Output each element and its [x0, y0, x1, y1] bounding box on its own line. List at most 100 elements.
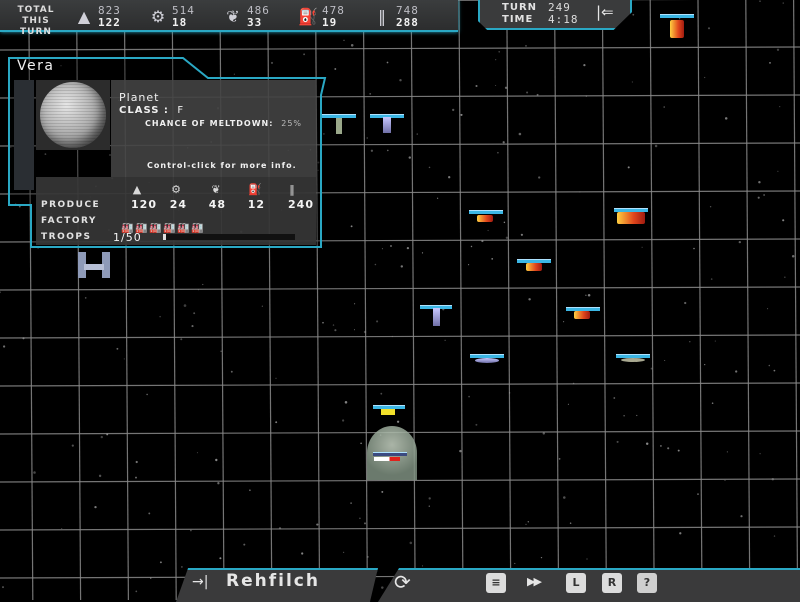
- unit-ship-enemy[interactable]: [469, 208, 503, 230]
- star: [693, 247, 695, 250]
- star: [421, 565, 424, 567]
- star: [366, 555, 369, 558]
- star: [572, 382, 575, 385]
- star: [503, 221, 506, 224]
- star: [400, 265, 404, 268]
- back-arrow-icon[interactable]: |⇐: [596, 3, 614, 21]
- star: [341, 419, 345, 422]
- help-icon[interactable]: ?: [637, 573, 657, 593]
- star: [667, 447, 670, 450]
- star: [505, 236, 509, 239]
- grid-line: [0, 46, 800, 51]
- star: [390, 245, 392, 247]
- star: [374, 263, 377, 266]
- star: [689, 340, 691, 343]
- end-turn-icon[interactable]: →|: [192, 574, 208, 590]
- fuel-pump-icon: ⛽: [298, 7, 318, 26]
- star: [679, 532, 682, 535]
- star: [508, 392, 511, 394]
- star: [416, 133, 418, 135]
- star: [460, 113, 463, 116]
- star: [616, 440, 619, 443]
- unit-ship-allied[interactable]: [370, 110, 406, 136]
- star: [2, 345, 6, 348]
- turn-time-box: TURN 249 TIME 4:18 |⇐: [478, 0, 632, 30]
- unit-ship-enemy[interactable]: [660, 8, 694, 42]
- star: [520, 233, 524, 236]
- grid-line: [792, 0, 799, 600]
- star: [724, 479, 726, 482]
- class-value: F: [177, 105, 185, 116]
- star: [759, 0, 761, 2]
- star: [386, 61, 389, 64]
- research-icon[interactable]: R: [602, 573, 622, 593]
- damaged-factory-icon: 🏭: [191, 223, 204, 234]
- control-click-hint: Control-click for more info.: [147, 161, 297, 170]
- troops-label: TROOPS: [41, 232, 92, 242]
- star: [135, 460, 138, 464]
- organics-this-turn: 33: [247, 16, 263, 29]
- troops-value: 1/50: [113, 231, 142, 244]
- star: [84, 297, 87, 299]
- troops-this-turn: 288: [396, 16, 419, 29]
- star: [709, 206, 712, 208]
- star: [475, 423, 478, 426]
- star: [707, 27, 711, 30]
- star: [782, 219, 785, 222]
- grid-line: [601, 0, 608, 600]
- log-icon[interactable]: L: [566, 573, 586, 593]
- star: [587, 293, 591, 297]
- star: [452, 108, 455, 112]
- star: [381, 248, 383, 250]
- fast-forward-ship-icon[interactable]: ▶▶: [527, 575, 542, 588]
- star: [376, 320, 379, 323]
- star: [782, 2, 784, 4]
- star: [366, 137, 368, 139]
- star: [738, 240, 741, 244]
- star: [354, 303, 356, 305]
- star: [106, 433, 109, 436]
- unit-ship-allied[interactable]: [420, 303, 454, 329]
- star: [180, 338, 183, 341]
- grid-line: [458, 0, 464, 600]
- star: [632, 13, 635, 16]
- unit-ship-enemy[interactable]: [566, 305, 600, 327]
- star: [322, 321, 324, 324]
- star: [763, 194, 765, 196]
- star: [334, 329, 337, 332]
- star: [61, 528, 63, 530]
- leaf-icon: ❦: [226, 7, 240, 26]
- planet-type: Planet: [119, 91, 160, 104]
- star: [243, 543, 246, 546]
- cycle-icon[interactable]: ⟳: [394, 570, 411, 594]
- meltdown-value: 25%: [281, 119, 303, 128]
- this-turn-label: THIS TURN: [20, 16, 52, 37]
- star: [759, 453, 761, 455]
- troops-progress-fill: [163, 234, 166, 240]
- unit-ship-allied[interactable]: [470, 354, 504, 368]
- star: [487, 229, 489, 232]
- planet-class: CLASS : F: [119, 105, 184, 116]
- turn-label: TURN: [502, 2, 538, 13]
- star: [370, 149, 374, 152]
- unit-ship-enemy[interactable]: [614, 206, 650, 228]
- star: [631, 81, 634, 83]
- star: [350, 225, 353, 228]
- star: [567, 403, 569, 405]
- star: [481, 239, 484, 243]
- unit-ship-enemy[interactable]: [517, 257, 551, 279]
- list-icon[interactable]: ≡: [486, 573, 506, 593]
- factory-icon: 🏭: [149, 223, 162, 234]
- star: [409, 541, 413, 545]
- star: [316, 523, 319, 526]
- unit-ship-selected[interactable]: [373, 403, 407, 419]
- star: [569, 522, 572, 524]
- planet-vera[interactable]: [367, 426, 417, 480]
- unit-ship-neutral[interactable]: [616, 354, 650, 368]
- planet-name: Vera: [17, 58, 55, 74]
- gears-this-turn: 18: [172, 16, 188, 29]
- unit-station[interactable]: [76, 250, 114, 282]
- star: [332, 324, 335, 326]
- star: [684, 301, 687, 305]
- grid-line: [0, 286, 800, 291]
